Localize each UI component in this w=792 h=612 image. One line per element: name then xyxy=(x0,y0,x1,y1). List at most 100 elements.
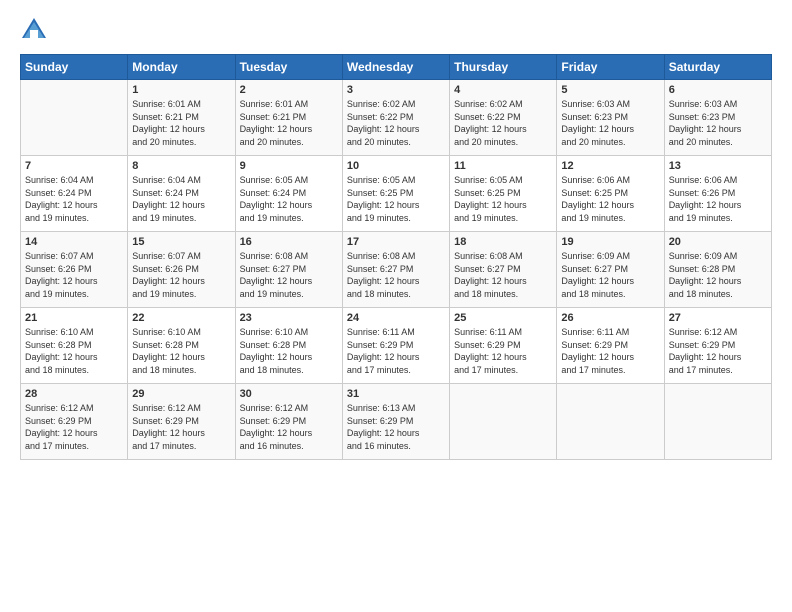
calendar-week-1: 7 Sunrise: 6:04 AM Sunset: 6:24 PM Daylig… xyxy=(21,156,772,232)
day-number: 7 xyxy=(25,160,123,172)
header-tuesday: Tuesday xyxy=(235,55,342,80)
calendar-cell: 19 Sunrise: 6:09 AM Sunset: 6:27 PM Dayli… xyxy=(557,232,664,308)
day-number: 3 xyxy=(347,84,445,96)
day-info: Sunrise: 6:08 AM Sunset: 6:27 PM Dayligh… xyxy=(347,250,445,300)
calendar-cell: 11 Sunrise: 6:05 AM Sunset: 6:25 PM Dayli… xyxy=(450,156,557,232)
calendar-cell: 1Sunrise: 6:01 AM Sunset: 6:21 PM Daylig… xyxy=(128,80,235,156)
calendar-cell: 8 Sunrise: 6:04 AM Sunset: 6:24 PM Daylig… xyxy=(128,156,235,232)
page-header xyxy=(20,16,772,44)
day-number: 14 xyxy=(25,236,123,248)
calendar-week-2: 14 Sunrise: 6:07 AM Sunset: 6:26 PM Dayli… xyxy=(21,232,772,308)
day-info: Sunrise: 6:06 AM Sunset: 6:25 PM Dayligh… xyxy=(561,174,659,224)
calendar-cell: 21 Sunrise: 6:10 AM Sunset: 6:28 PM Dayli… xyxy=(21,308,128,384)
day-info: Sunrise: 6:02 AM Sunset: 6:22 PM Dayligh… xyxy=(347,98,445,148)
calendar-cell: 25Sunrise: 6:11 AM Sunset: 6:29 PM Dayli… xyxy=(450,308,557,384)
calendar-cell: 4 Sunrise: 6:02 AM Sunset: 6:22 PM Daylig… xyxy=(450,80,557,156)
day-info: Sunrise: 6:12 AM Sunset: 6:29 PM Dayligh… xyxy=(132,402,230,452)
calendar-cell: 26Sunrise: 6:11 AM Sunset: 6:29 PM Dayli… xyxy=(557,308,664,384)
day-number: 13 xyxy=(669,160,767,172)
page-container: SundayMondayTuesdayWednesdayThursdayFrid… xyxy=(0,0,792,612)
logo xyxy=(20,16,52,44)
header-saturday: Saturday xyxy=(664,55,771,80)
calendar-cell: 24 Sunrise: 6:11 AM Sunset: 6:29 PM Dayli… xyxy=(342,308,449,384)
day-info: Sunrise: 6:02 AM Sunset: 6:22 PM Dayligh… xyxy=(454,98,552,148)
calendar-cell: 28 Sunrise: 6:12 AM Sunset: 6:29 PM Dayli… xyxy=(21,384,128,460)
day-number: 6 xyxy=(669,84,767,96)
day-number: 5 xyxy=(561,84,659,96)
day-info: Sunrise: 6:10 AM Sunset: 6:28 PM Dayligh… xyxy=(240,326,338,376)
calendar-week-0: 1Sunrise: 6:01 AM Sunset: 6:21 PM Daylig… xyxy=(21,80,772,156)
calendar-cell: 6 Sunrise: 6:03 AM Sunset: 6:23 PM Daylig… xyxy=(664,80,771,156)
day-info: Sunrise: 6:08 AM Sunset: 6:27 PM Dayligh… xyxy=(454,250,552,300)
day-info: Sunrise: 6:03 AM Sunset: 6:23 PM Dayligh… xyxy=(561,98,659,148)
logo-icon xyxy=(20,16,48,44)
day-number: 8 xyxy=(132,160,230,172)
calendar-cell: 12Sunrise: 6:06 AM Sunset: 6:25 PM Dayli… xyxy=(557,156,664,232)
day-number: 19 xyxy=(561,236,659,248)
header-thursday: Thursday xyxy=(450,55,557,80)
day-info: Sunrise: 6:09 AM Sunset: 6:27 PM Dayligh… xyxy=(561,250,659,300)
day-info: Sunrise: 6:05 AM Sunset: 6:25 PM Dayligh… xyxy=(454,174,552,224)
header-wednesday: Wednesday xyxy=(342,55,449,80)
header-sunday: Sunday xyxy=(21,55,128,80)
day-info: Sunrise: 6:10 AM Sunset: 6:28 PM Dayligh… xyxy=(132,326,230,376)
calendar-header-row: SundayMondayTuesdayWednesdayThursdayFrid… xyxy=(21,55,772,80)
day-info: Sunrise: 6:03 AM Sunset: 6:23 PM Dayligh… xyxy=(669,98,767,148)
day-number: 17 xyxy=(347,236,445,248)
day-number: 30 xyxy=(240,388,338,400)
day-number: 28 xyxy=(25,388,123,400)
day-info: Sunrise: 6:04 AM Sunset: 6:24 PM Dayligh… xyxy=(25,174,123,224)
calendar-cell: 30 Sunrise: 6:12 AM Sunset: 6:29 PM Dayli… xyxy=(235,384,342,460)
day-number: 20 xyxy=(669,236,767,248)
day-number: 24 xyxy=(347,312,445,324)
day-info: Sunrise: 6:07 AM Sunset: 6:26 PM Dayligh… xyxy=(25,250,123,300)
calendar-week-3: 21 Sunrise: 6:10 AM Sunset: 6:28 PM Dayli… xyxy=(21,308,772,384)
calendar-cell xyxy=(664,384,771,460)
day-info: Sunrise: 6:12 AM Sunset: 6:29 PM Dayligh… xyxy=(25,402,123,452)
day-number: 11 xyxy=(454,160,552,172)
day-info: Sunrise: 6:04 AM Sunset: 6:24 PM Dayligh… xyxy=(132,174,230,224)
calendar-cell: 18 Sunrise: 6:08 AM Sunset: 6:27 PM Dayli… xyxy=(450,232,557,308)
day-info: Sunrise: 6:13 AM Sunset: 6:29 PM Dayligh… xyxy=(347,402,445,452)
calendar-cell: 20 Sunrise: 6:09 AM Sunset: 6:28 PM Dayli… xyxy=(664,232,771,308)
calendar-cell: 29 Sunrise: 6:12 AM Sunset: 6:29 PM Dayli… xyxy=(128,384,235,460)
calendar-cell: 27Sunrise: 6:12 AM Sunset: 6:29 PM Dayli… xyxy=(664,308,771,384)
calendar-cell: 13Sunrise: 6:06 AM Sunset: 6:26 PM Dayli… xyxy=(664,156,771,232)
day-number: 22 xyxy=(132,312,230,324)
calendar-cell: 9 Sunrise: 6:05 AM Sunset: 6:24 PM Daylig… xyxy=(235,156,342,232)
day-number: 9 xyxy=(240,160,338,172)
day-info: Sunrise: 6:01 AM Sunset: 6:21 PM Dayligh… xyxy=(240,98,338,148)
day-info: Sunrise: 6:10 AM Sunset: 6:28 PM Dayligh… xyxy=(25,326,123,376)
day-number: 26 xyxy=(561,312,659,324)
day-info: Sunrise: 6:01 AM Sunset: 6:21 PM Dayligh… xyxy=(132,98,230,148)
calendar-cell: 7 Sunrise: 6:04 AM Sunset: 6:24 PM Daylig… xyxy=(21,156,128,232)
day-info: Sunrise: 6:08 AM Sunset: 6:27 PM Dayligh… xyxy=(240,250,338,300)
day-number: 16 xyxy=(240,236,338,248)
calendar-cell: 17 Sunrise: 6:08 AM Sunset: 6:27 PM Dayli… xyxy=(342,232,449,308)
day-number: 21 xyxy=(25,312,123,324)
calendar-cell: 2 Sunrise: 6:01 AM Sunset: 6:21 PM Daylig… xyxy=(235,80,342,156)
calendar-cell: 31 Sunrise: 6:13 AM Sunset: 6:29 PM Dayli… xyxy=(342,384,449,460)
header-friday: Friday xyxy=(557,55,664,80)
day-number: 10 xyxy=(347,160,445,172)
calendar-table: SundayMondayTuesdayWednesdayThursdayFrid… xyxy=(20,54,772,460)
calendar-cell xyxy=(557,384,664,460)
calendar-week-4: 28 Sunrise: 6:12 AM Sunset: 6:29 PM Dayli… xyxy=(21,384,772,460)
day-number: 15 xyxy=(132,236,230,248)
day-number: 27 xyxy=(669,312,767,324)
calendar-cell xyxy=(21,80,128,156)
day-info: Sunrise: 6:05 AM Sunset: 6:24 PM Dayligh… xyxy=(240,174,338,224)
day-info: Sunrise: 6:11 AM Sunset: 6:29 PM Dayligh… xyxy=(347,326,445,376)
day-info: Sunrise: 6:11 AM Sunset: 6:29 PM Dayligh… xyxy=(454,326,552,376)
day-number: 18 xyxy=(454,236,552,248)
calendar-cell: 16 Sunrise: 6:08 AM Sunset: 6:27 PM Dayli… xyxy=(235,232,342,308)
day-number: 31 xyxy=(347,388,445,400)
day-number: 2 xyxy=(240,84,338,96)
calendar-cell: 10Sunrise: 6:05 AM Sunset: 6:25 PM Dayli… xyxy=(342,156,449,232)
day-number: 29 xyxy=(132,388,230,400)
day-info: Sunrise: 6:07 AM Sunset: 6:26 PM Dayligh… xyxy=(132,250,230,300)
day-info: Sunrise: 6:09 AM Sunset: 6:28 PM Dayligh… xyxy=(669,250,767,300)
calendar-cell: 22 Sunrise: 6:10 AM Sunset: 6:28 PM Dayli… xyxy=(128,308,235,384)
day-number: 4 xyxy=(454,84,552,96)
day-info: Sunrise: 6:12 AM Sunset: 6:29 PM Dayligh… xyxy=(240,402,338,452)
